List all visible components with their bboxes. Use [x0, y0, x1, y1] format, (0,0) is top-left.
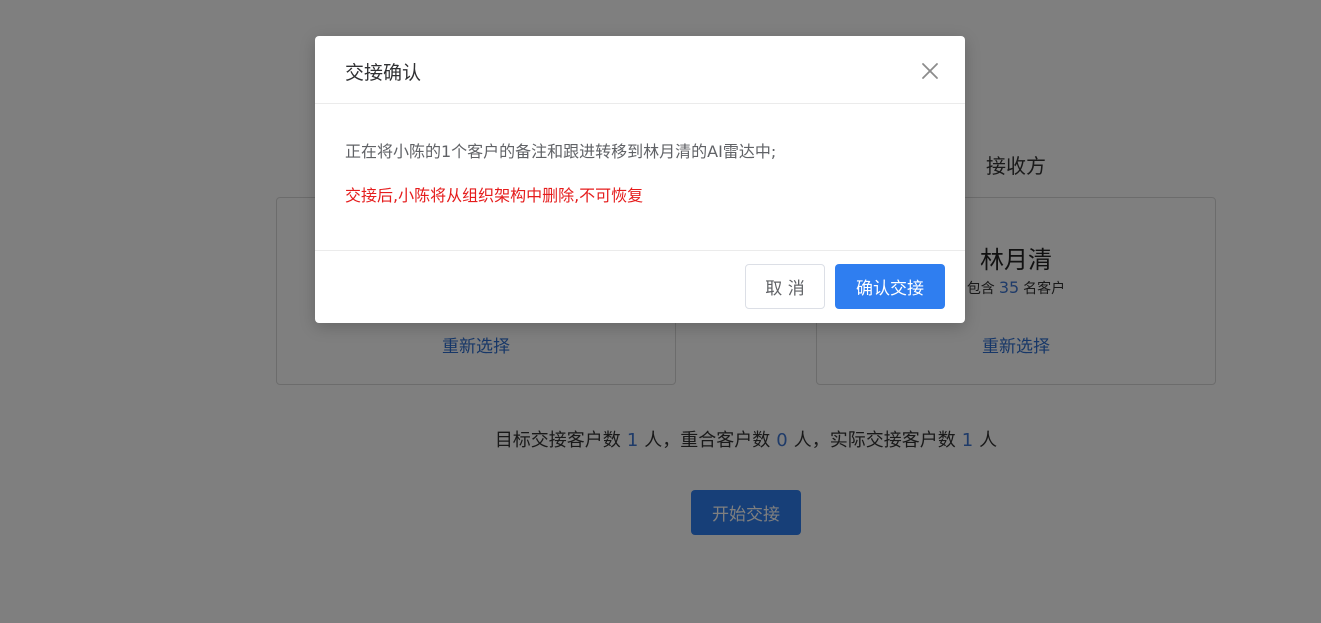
dialog-body: 正在将小陈的1个客户的备注和跟进转移到林月清的AI雷达中; 交接后,小陈将从组织…	[315, 104, 965, 251]
dialog-footer: 取 消 确认交接	[315, 251, 965, 322]
dialog-warning: 交接后,小陈将从组织架构中删除,不可恢复	[345, 186, 644, 205]
dialog-message: 正在将小陈的1个客户的备注和跟进转移到林月清的AI雷达中;	[345, 142, 777, 161]
cancel-button[interactable]: 取 消	[745, 264, 825, 309]
confirm-handover-button[interactable]: 确认交接	[835, 264, 945, 309]
dialog-title: 交接确认	[345, 62, 422, 84]
page: 接收方 重新选择 林月清 包含35名客户 重新选择 目标交接客户数1人，重合客户…	[0, 0, 1321, 623]
dialog-header: 交接确认	[315, 36, 965, 104]
close-icon[interactable]	[919, 60, 941, 82]
handover-confirm-dialog: 交接确认 正在将小陈的1个客户的备注和跟进转移到林月清的AI雷达中; 交接后,小…	[315, 36, 965, 323]
